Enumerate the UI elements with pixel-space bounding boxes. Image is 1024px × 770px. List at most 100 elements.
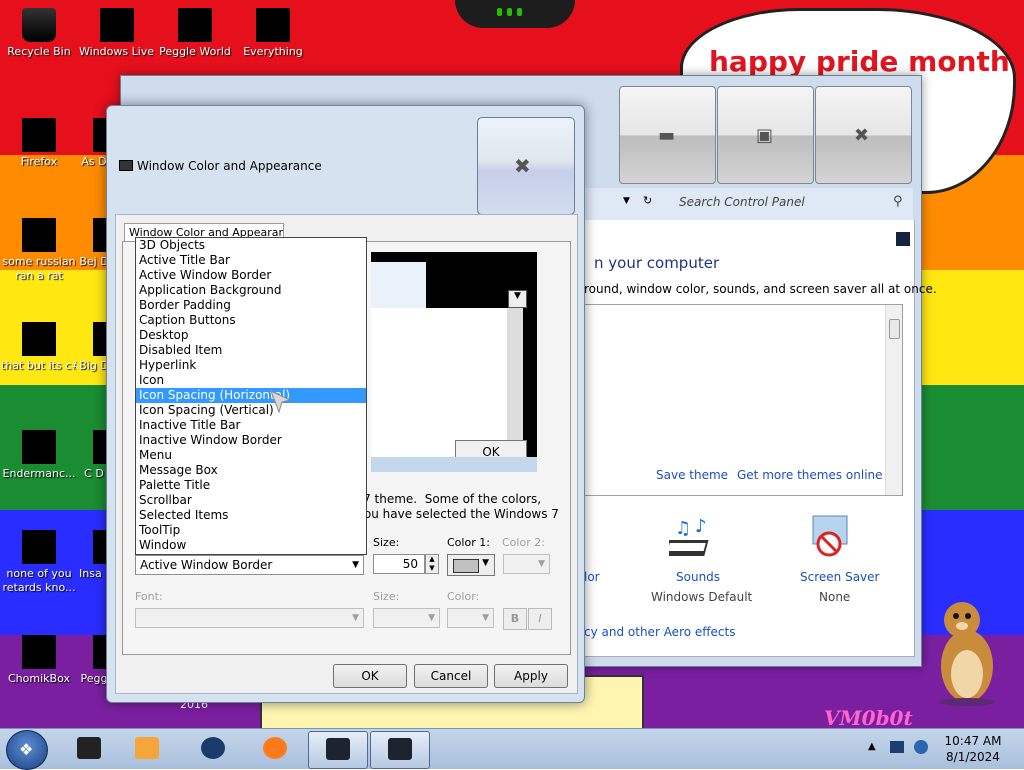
font-size-label: Size: — [373, 590, 400, 603]
desktop-icon-everything[interactable]: Everything — [235, 8, 311, 59]
bold-button[interactable]: B — [503, 608, 527, 630]
theme-list-scrollbar[interactable] — [885, 305, 902, 495]
dialog-close-button[interactable]: ✖ — [477, 117, 575, 215]
taskbar-item-media-player[interactable] — [118, 731, 176, 767]
folder-icon — [22, 430, 56, 464]
list-item[interactable]: Icon — [136, 373, 366, 388]
italic-button[interactable]: I — [528, 608, 552, 630]
list-item[interactable]: Desktop — [136, 328, 366, 343]
minimize-button[interactable]: ▬ — [619, 86, 716, 184]
list-item[interactable]: 3D Objects — [136, 238, 366, 253]
screen-saver-value: None — [819, 590, 851, 604]
file-icon — [22, 530, 56, 564]
font-size-select[interactable]: ▼ — [373, 608, 440, 628]
list-item[interactable]: Inactive Title Bar — [136, 418, 366, 433]
desktop-icon-pegg[interactable]: Pegg — [79, 635, 113, 686]
taskbar-item-window-color[interactable] — [370, 731, 430, 769]
list-item[interactable]: Selected Items — [136, 508, 366, 523]
cancel-button[interactable]: Cancel — [414, 664, 488, 688]
window-color-link[interactable]: lor — [584, 570, 600, 584]
desktop-icon-russian-rat[interactable]: some russian ran a rat — [1, 218, 77, 283]
list-item[interactable]: Icon Spacing (Vertical) — [136, 403, 366, 418]
color-swatch — [453, 559, 479, 573]
size-input[interactable]: 50 — [373, 554, 425, 574]
screen-saver-icon[interactable] — [807, 514, 855, 562]
minimize-icon: ▬ — [658, 125, 676, 146]
get-more-themes-link[interactable]: Get more themes online — [737, 468, 883, 482]
screen-saver-link[interactable]: Screen Saver — [800, 570, 879, 584]
item-select[interactable]: Active Window Border ▼ — [135, 555, 364, 575]
desktop-icon-firefox[interactable]: Firefox — [1, 118, 77, 169]
everything-icon — [256, 8, 290, 42]
taskbar-item-recycle[interactable] — [60, 731, 118, 767]
list-item[interactable]: Application Background — [136, 283, 366, 298]
app-icon — [77, 737, 101, 759]
taskbar-item-firefox[interactable] — [246, 731, 304, 767]
list-item[interactable]: Disabled Item — [136, 343, 366, 358]
desktop-icon-big[interactable]: Big D — [79, 322, 113, 373]
list-item[interactable]: Active Window Border — [136, 268, 366, 283]
list-item[interactable]: Active Title Bar — [136, 253, 366, 268]
aero-effects-link[interactable]: cy and other Aero effects — [584, 625, 735, 639]
taskbar-item-personalization[interactable] — [308, 731, 368, 769]
list-item[interactable]: Hyperlink — [136, 358, 366, 373]
clock-date: 8/1/2024 — [946, 750, 1000, 764]
sounds-icon[interactable]: ♫ ♪ — [669, 516, 721, 564]
desktop-icon-that-but-csharp[interactable]: that but its c# — [1, 322, 77, 373]
desktop-icon-none-of-you[interactable]: none of you retards kno... — [1, 530, 77, 595]
show-hidden-icons-icon[interactable]: ▲ — [868, 741, 876, 752]
dropdown-arrow-icon[interactable]: ▼ — [623, 196, 630, 206]
item-dropdown-list[interactable]: 3D Objects Active Title Bar Active Windo… — [135, 237, 367, 555]
list-item[interactable]: Window — [136, 538, 366, 553]
font-color-button[interactable]: ▼ — [447, 608, 494, 628]
taskbar-item-browser[interactable] — [184, 731, 242, 767]
list-item[interactable]: Menu — [136, 448, 366, 463]
svg-text:♪: ♪ — [695, 516, 707, 537]
list-item[interactable]: Caption Buttons — [136, 313, 366, 328]
chevron-down-icon: ▼ — [352, 613, 359, 623]
system-clock[interactable]: 10:47 AM 8/1/2024 — [938, 733, 1008, 765]
desktop-icon-chomikbox[interactable]: ChomikBox — [1, 635, 77, 686]
search-input[interactable]: Search Control Panel — [679, 195, 805, 209]
sounds-link[interactable]: Sounds — [676, 570, 720, 584]
file-icon — [22, 322, 56, 356]
maximize-button[interactable]: ▣ — [717, 86, 814, 184]
network-icon[interactable] — [914, 740, 928, 754]
font-select[interactable]: ▼ — [135, 608, 364, 628]
desktop-icon-endermanch[interactable]: Endermanc... — [1, 430, 77, 481]
wallpaper-creature-head — [455, 0, 575, 28]
refresh-icon[interactable]: ↻ — [643, 194, 652, 207]
list-item[interactable]: Palette Title — [136, 478, 366, 493]
save-theme-link[interactable]: Save theme — [656, 468, 728, 482]
desktop-icon-as[interactable]: As D — [79, 118, 113, 169]
list-item[interactable]: Message Box — [136, 463, 366, 478]
list-item[interactable]: Scrollbar — [136, 493, 366, 508]
size-spinner[interactable]: ▲ ▼ — [425, 554, 439, 574]
font-label: Font: — [135, 590, 163, 603]
desktop-icon-c[interactable]: C D — [79, 430, 113, 481]
ok-button[interactable]: OK — [333, 664, 407, 688]
list-item[interactable]: ToolTip — [136, 523, 366, 538]
list-item[interactable]: Inactive Window Border — [136, 433, 366, 448]
help-icon[interactable] — [896, 232, 910, 246]
action-center-icon[interactable] — [890, 741, 904, 753]
search-icon[interactable]: ⚲ — [893, 194, 903, 209]
maximize-icon: ▣ — [756, 125, 774, 146]
chevron-down-icon: ▼ — [352, 560, 359, 570]
desktop-icon-insa[interactable]: Insa D — [79, 530, 113, 581]
color2-button[interactable]: ▼ — [503, 554, 550, 574]
vm-logo-text: VM0b0t — [824, 706, 913, 730]
windows-logo-icon: ❖ — [19, 740, 34, 759]
color1-button[interactable]: ▼ — [447, 554, 495, 576]
list-item[interactable]: Border Padding — [136, 298, 366, 313]
desktop-icon-windows-live[interactable]: Windows Live Ma — [79, 8, 155, 59]
svg-text:♫: ♫ — [675, 518, 691, 539]
close-button[interactable]: ✖ — [815, 86, 912, 184]
list-item-highlighted[interactable]: Icon Spacing (Horizontal) — [136, 388, 366, 403]
page-title: n your computer — [594, 254, 720, 272]
apply-button[interactable]: Apply — [494, 664, 568, 688]
desktop-icon-recycle-bin[interactable]: Recycle Bin — [1, 8, 77, 59]
desktop-icon-peggle-world[interactable]: Peggle World — [157, 8, 233, 59]
desktop-icon-bej[interactable]: Bej D — [79, 218, 113, 269]
start-button[interactable]: ❖ — [6, 730, 48, 770]
